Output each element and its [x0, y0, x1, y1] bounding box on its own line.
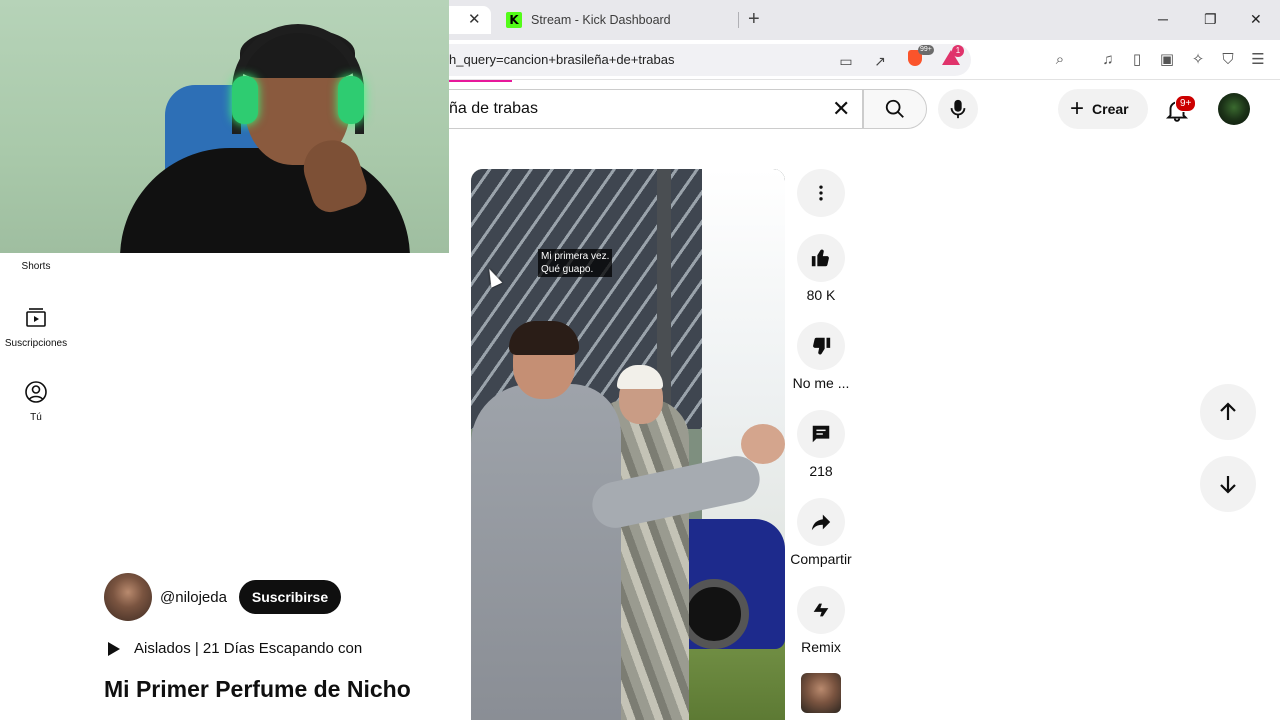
sidebar-item-you[interactable]: Tú [0, 380, 72, 423]
sidebar-item-label: Tú [30, 412, 42, 423]
short-title[interactable]: Mi Primer Perfume de Nicho [104, 676, 411, 703]
video-caption: Mi primera vez. Qué guapo. [538, 249, 613, 277]
previous-short-button[interactable] [1200, 384, 1256, 440]
search-icon [885, 99, 904, 118]
search-input[interactable]: ña de trabas [449, 100, 538, 118]
thumbs-up-icon [811, 249, 829, 267]
remix-button[interactable] [797, 586, 845, 634]
short-video-player[interactable]: Mi primera vez. Qué guapo. [471, 169, 785, 720]
dislike-button[interactable] [797, 322, 845, 370]
url-text[interactable]: h_query=cancion+brasileña+de+trabas [449, 52, 675, 67]
tab-kick-dashboard[interactable]: K Stream - Kick Dashboard [496, 6, 736, 34]
arrow-up-icon [1220, 402, 1236, 420]
streamer-body [120, 148, 410, 253]
caption-line: Mi primera vez. [541, 251, 610, 262]
playlist-link[interactable]: Aislados | 21 Días Escapando con [134, 640, 362, 657]
notifications-badge: 9+ [1175, 95, 1197, 112]
create-button[interactable]: + Crear [1058, 89, 1148, 129]
new-tab-icon[interactable]: + [748, 9, 760, 29]
menu-icon[interactable]: ☰ [1248, 51, 1268, 69]
channel-avatar[interactable] [104, 573, 152, 621]
young-man-hair [509, 321, 579, 355]
comment-icon [812, 425, 830, 443]
vpn-shield-icon[interactable]: ⛉ [1218, 51, 1238, 69]
tab-search-icon[interactable]: ⌕ [1050, 51, 1070, 69]
page-load-progress [449, 80, 512, 82]
subscriptions-icon [26, 308, 46, 327]
address-bar[interactable]: h_query=cancion+brasileña+de+trabas ▭ ↗ [449, 44, 971, 76]
channel-handle[interactable]: @nilojeda [160, 589, 227, 606]
share-label: Compartir [790, 551, 852, 567]
handshake-hand [741, 424, 785, 464]
next-short-button[interactable] [1200, 456, 1256, 512]
car-wheel [679, 579, 749, 649]
like-button[interactable] [797, 234, 845, 282]
kick-logo-icon: K [506, 12, 522, 28]
voice-search-button[interactable] [938, 89, 978, 129]
share-button[interactable] [797, 498, 845, 546]
rewards-badge: 1 [952, 45, 964, 57]
sidebar-item-label: Suscripciones [4, 338, 68, 349]
music-icon[interactable]: ♫ [1098, 51, 1118, 69]
remix-label: Remix [801, 639, 841, 655]
young-man-grey-hoodie [471, 384, 621, 720]
share-icon[interactable]: ↗ [872, 53, 888, 69]
create-label: Crear [1092, 101, 1129, 117]
restore-icon[interactable]: ❐ [1204, 10, 1217, 28]
close-window-icon[interactable]: ✕ [1250, 10, 1262, 28]
dislike-label: No me ... [792, 375, 850, 391]
sidebar-item-shorts[interactable]: Shorts [0, 261, 72, 272]
tab-title: Stream - Kick Dashboard [531, 13, 671, 27]
like-count: 80 K [806, 287, 836, 303]
wallet-icon[interactable]: ▣ [1157, 51, 1177, 69]
active-tab[interactable]: ✕ [449, 6, 491, 34]
sidebar-toggle-icon[interactable]: ▯ [1127, 51, 1147, 69]
shields-count-badge: 99+ [918, 45, 934, 55]
play-icon [108, 642, 120, 656]
microphone-icon [950, 99, 966, 119]
comments-button[interactable] [797, 410, 845, 458]
sidebar-item-label: Shorts [21, 261, 51, 272]
arrow-down-icon [1220, 476, 1236, 494]
audio-source-thumbnail[interactable] [801, 673, 841, 713]
headset-right-ear [338, 76, 364, 124]
share-arrow-icon [811, 514, 831, 531]
thumbs-down-icon [813, 337, 831, 355]
clear-search-icon[interactable]: ✕ [832, 96, 850, 122]
more-options-button[interactable] [797, 169, 845, 217]
webcam-overlay [0, 0, 449, 253]
search-button[interactable] [863, 89, 927, 129]
youtube-search-box[interactable]: ña de trabas ✕ [449, 89, 863, 129]
subscribe-button[interactable]: Suscribirse [239, 580, 341, 614]
caption-line: Qué guapo. [541, 264, 594, 275]
tab-close-icon[interactable]: ✕ [468, 12, 481, 28]
leo-ai-icon[interactable]: ✧ [1188, 51, 1208, 69]
minimize-icon[interactable]: ─ [1158, 10, 1168, 28]
cast-icon[interactable]: ▭ [838, 53, 854, 69]
remix-icon [813, 603, 829, 617]
comment-count: 218 [809, 463, 833, 479]
headset-left-ear [232, 76, 258, 124]
more-vertical-icon [819, 185, 823, 201]
sidebar-item-subscriptions[interactable]: Suscripciones [0, 306, 72, 349]
tab-separator [738, 12, 739, 28]
account-avatar[interactable] [1218, 93, 1250, 125]
user-circle-icon [25, 381, 47, 403]
plus-icon: + [1070, 95, 1085, 122]
